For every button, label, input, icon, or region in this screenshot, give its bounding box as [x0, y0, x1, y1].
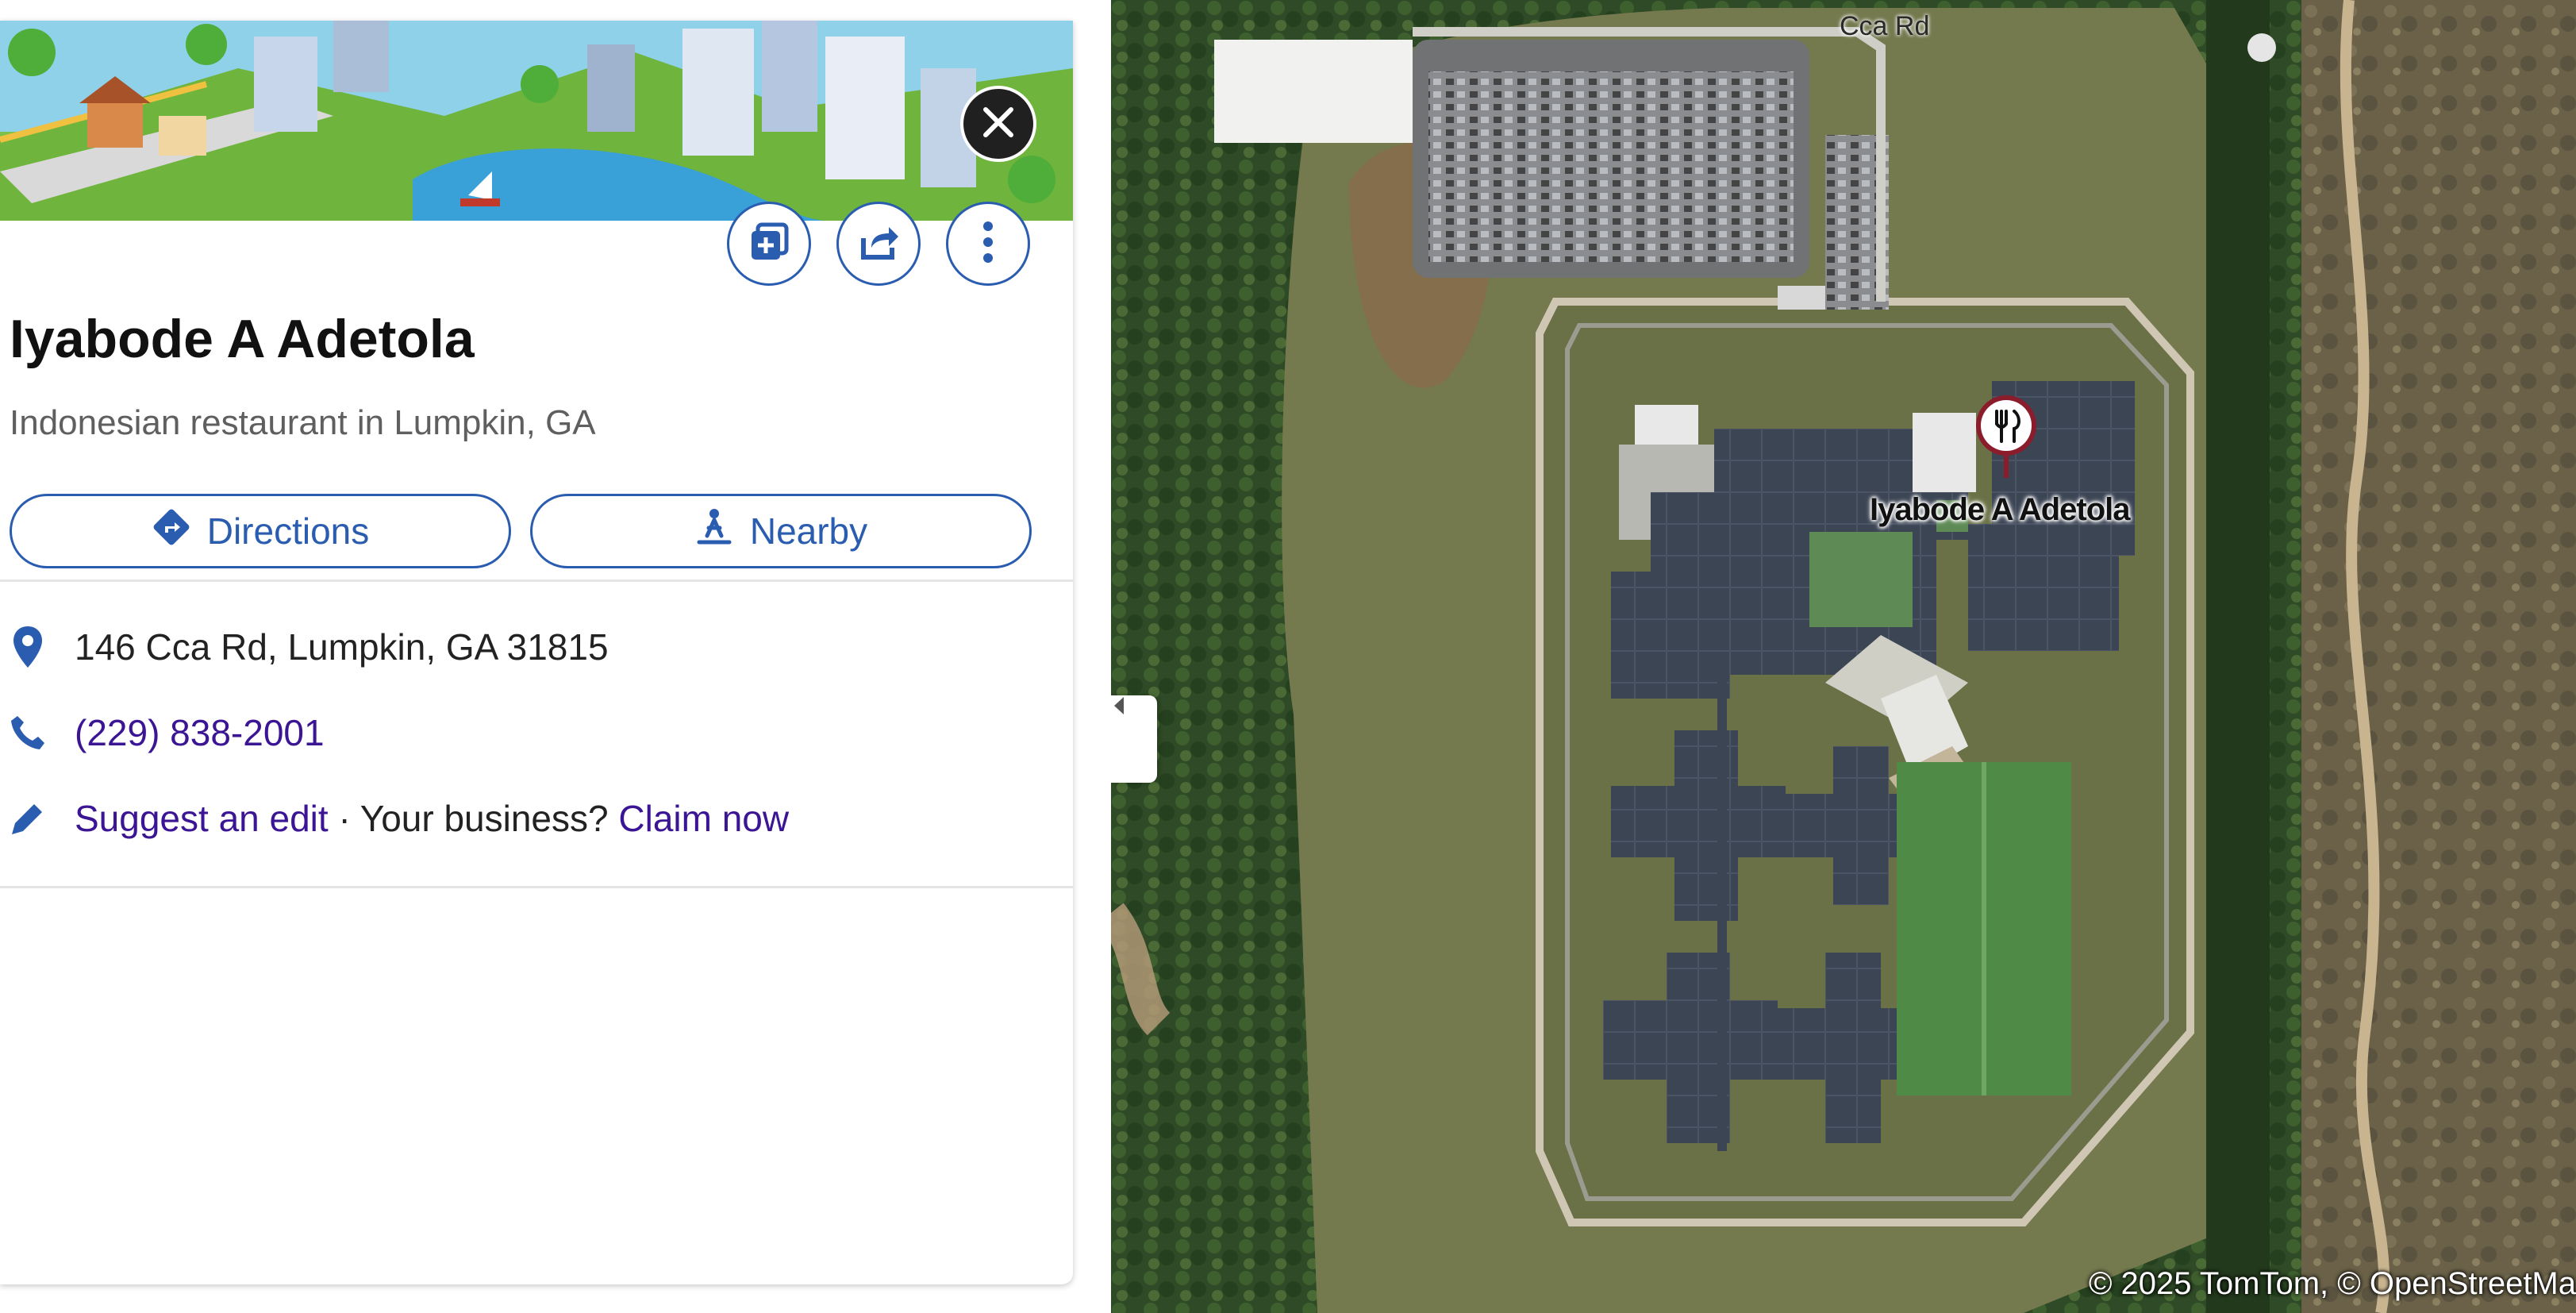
- place-marker[interactable]: [1973, 392, 2040, 479]
- phone-link[interactable]: (229) 838-2001: [75, 711, 325, 754]
- map-attribution[interactable]: © 2025 TomTom, © OpenStreetMa: [2089, 1266, 2576, 1302]
- save-to-collection-button[interactable]: [727, 202, 811, 286]
- share-button[interactable]: [836, 202, 921, 286]
- business-question: · Your business?: [328, 798, 619, 839]
- directions-button[interactable]: Directions: [10, 494, 511, 568]
- pencil-icon: [8, 795, 48, 842]
- satellite-imagery: [1111, 0, 2576, 1313]
- address-text: 146 Cca Rd, Lumpkin, GA 31815: [75, 626, 609, 668]
- collapse-panel-button[interactable]: [1111, 695, 1157, 783]
- place-marker-label[interactable]: Iyabode A Adetola: [1870, 492, 2130, 528]
- divider: [0, 579, 1073, 582]
- hero-image: [0, 21, 1073, 221]
- claim-now-link[interactable]: Claim now: [618, 798, 789, 839]
- location-pin-icon: [8, 623, 48, 671]
- suggest-edit-link[interactable]: Suggest an edit: [75, 798, 329, 839]
- nearby-icon: [694, 507, 734, 556]
- phone-icon: [8, 709, 48, 757]
- nearby-button[interactable]: Nearby: [530, 494, 1032, 568]
- directions-icon: [152, 507, 191, 556]
- place-category: Indonesian restaurant in Lumpkin, GA: [10, 403, 596, 442]
- place-card: Iyabode A Adetola Indonesian restaurant …: [0, 21, 1073, 1284]
- map-view[interactable]: Cca Rd Iyabode A Adetola © 2025 TomTom, …: [1111, 0, 2576, 1313]
- nearby-label: Nearby: [749, 510, 868, 552]
- place-panel: Iyabode A Adetola Indonesian restaurant …: [0, 0, 1111, 1313]
- divider: [0, 886, 1073, 888]
- save-to-collection-icon: [748, 221, 790, 267]
- place-title: Iyabode A Adetola: [10, 309, 475, 369]
- road-label: Cca Rd: [1840, 11, 1930, 41]
- directions-label: Directions: [206, 510, 370, 552]
- close-icon: [979, 103, 1017, 145]
- share-icon: [857, 221, 900, 268]
- close-button[interactable]: [960, 86, 1036, 162]
- more-options-icon: [982, 220, 994, 268]
- more-options-button[interactable]: [946, 202, 1030, 286]
- edit-row-text: Suggest an edit · Your business? Claim n…: [75, 797, 789, 840]
